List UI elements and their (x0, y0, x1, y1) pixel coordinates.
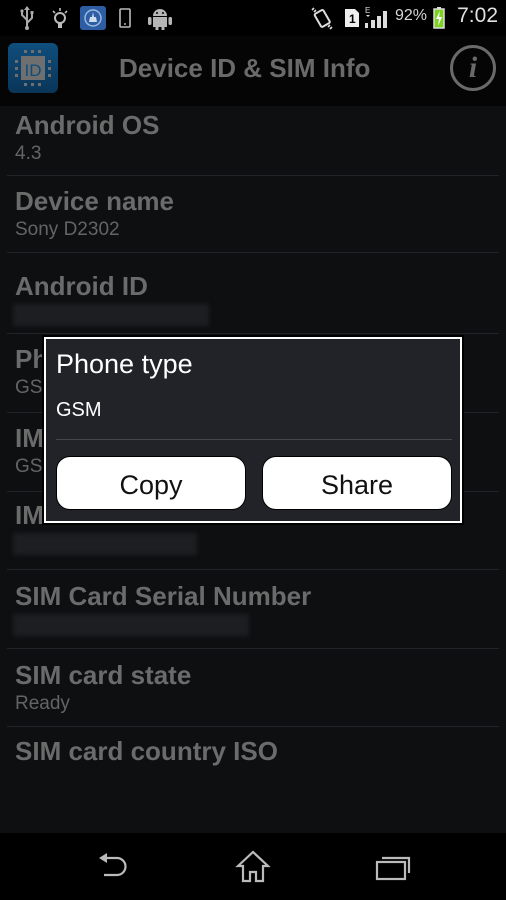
list-item-android-id[interactable]: Android ID (7, 253, 499, 334)
battery-charging-icon (432, 6, 446, 30)
list-item-label: Device name (15, 186, 174, 216)
signal-e-icon: E (364, 6, 390, 30)
svg-text:1: 1 (349, 12, 356, 26)
battery-percent: 92% (395, 7, 428, 24)
info-button[interactable]: i (450, 45, 496, 91)
redacted-value (13, 614, 249, 636)
recents-button[interactable] (368, 847, 418, 887)
svg-text:ID: ID (25, 61, 42, 80)
vibrate-icon (308, 6, 336, 30)
list-item-label: Android ID (15, 271, 148, 301)
share-button[interactable]: Share (262, 456, 452, 510)
back-icon (99, 853, 127, 877)
list-item-value: Ready (15, 693, 70, 714)
usb-icon (18, 6, 36, 30)
list-item-android-os[interactable]: Android OS 4.3 (7, 106, 499, 176)
home-icon (235, 850, 271, 883)
home-button[interactable] (228, 847, 278, 887)
sim-1-icon: 1 (344, 6, 360, 30)
list-item-value: 4.3 (15, 143, 42, 164)
phone-outline-icon (117, 6, 133, 30)
app-title: Device ID & SIM Info (119, 53, 371, 83)
list-item-device-name[interactable]: Device name Sony D2302 (7, 176, 499, 253)
info-icon: i (468, 51, 478, 84)
list-item-sim-country-iso[interactable]: SIM card country ISO (7, 727, 499, 787)
android-icon (146, 6, 174, 30)
redacted-value (13, 304, 209, 326)
list-item-value: Sony D2302 (15, 219, 120, 240)
list-item-label: Android OS (15, 110, 160, 140)
clock: 7:02 (457, 4, 498, 27)
back-button[interactable] (88, 847, 138, 887)
action-bar: ID Device ID & SIM Info i (0, 36, 506, 106)
dialog-divider (56, 439, 452, 440)
list-item-label: SIM card country ISO (15, 736, 278, 766)
status-bar: 1 E 92% 7:02 (0, 0, 506, 36)
copy-button[interactable]: Copy (56, 456, 246, 510)
dialog-title: Phone type (56, 349, 193, 379)
list-item-sim-serial[interactable]: SIM Card Serial Number (7, 570, 499, 649)
dialog-value: GSM (56, 399, 102, 421)
svg-text:E: E (365, 6, 370, 15)
list-item-label: SIM Card Serial Number (15, 581, 312, 611)
recents-icon (375, 856, 411, 881)
copy-share-dialog: Phone type GSM Copy Share (42, 335, 464, 525)
list-item-sim-state[interactable]: SIM card state Ready (7, 649, 499, 727)
list-item-label: SIM card state (15, 660, 192, 690)
navigation-bar (0, 833, 506, 900)
cleaner-app-icon (80, 6, 106, 30)
lightbulb-icon (50, 6, 70, 30)
redacted-value (13, 533, 197, 555)
app-logo-icon[interactable]: ID (8, 43, 58, 93)
